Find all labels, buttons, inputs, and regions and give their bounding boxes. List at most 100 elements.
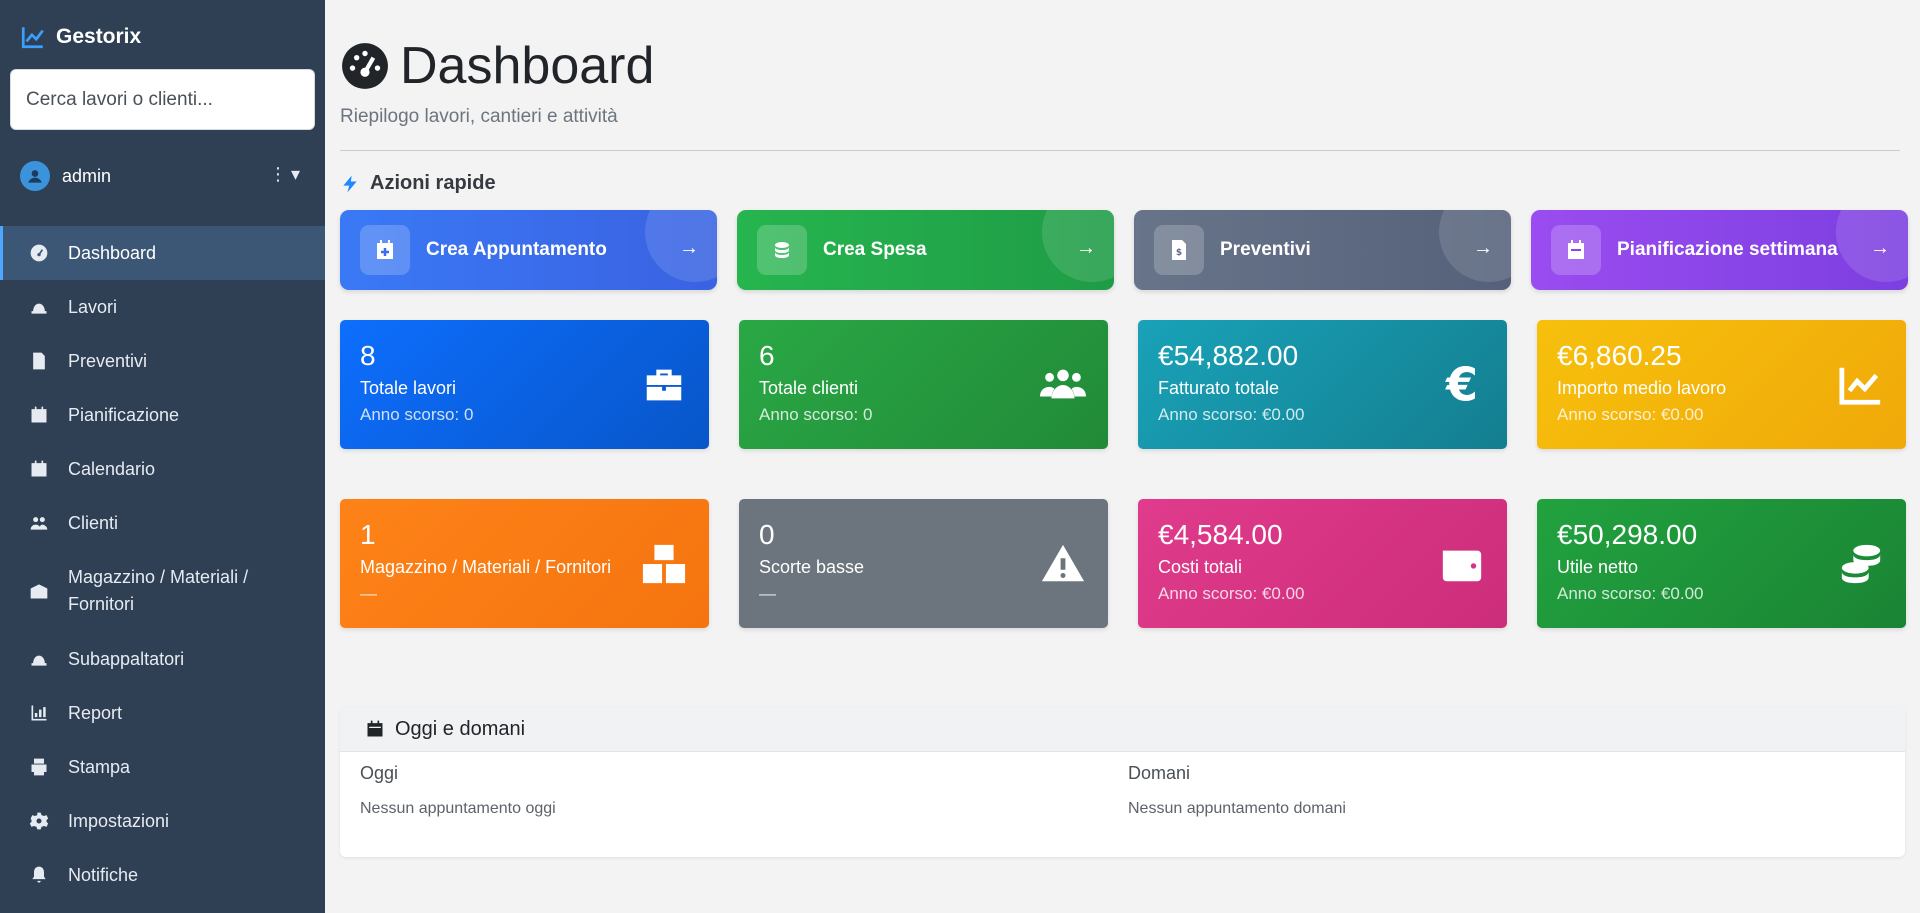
quick-action-pianificazione-settimana[interactable]: Pianificazione settimana →: [1531, 210, 1908, 290]
sidebar-item-pianificazione[interactable]: Pianificazione: [0, 388, 325, 442]
gear-icon: [28, 811, 50, 831]
sidebar-item-report[interactable]: Report: [0, 686, 325, 740]
today-title: Oggi: [360, 763, 399, 783]
page-subtitle: Riepilogo lavori, cantieri e attività: [340, 106, 618, 127]
stat-card-scorte-basse[interactable]: 0 Scorte basse —: [739, 499, 1108, 628]
wallet-icon: [1439, 541, 1485, 592]
sidebar-item-calendario[interactable]: Calendario: [0, 442, 325, 496]
quick-action-crea-appuntamento[interactable]: Crea Appuntamento →: [340, 210, 717, 290]
svg-text:$: $: [1176, 248, 1182, 258]
username: admin: [62, 165, 112, 186]
warning-icon: [1040, 541, 1086, 592]
today-column: Oggi Nessun appuntamento oggi: [360, 763, 556, 818]
stat-label: Fatturato totale: [1158, 378, 1280, 398]
sidebar-item-label: Notifiche: [68, 864, 139, 885]
stat-sub: Anno scorso: €0.00: [1557, 405, 1704, 424]
sidebar-item-dashboard[interactable]: Dashboard: [0, 226, 325, 280]
sidebar-item-clienti[interactable]: Clienti: [0, 496, 325, 550]
sidebar-item-impostazioni[interactable]: Impostazioni: [0, 794, 325, 848]
stat-sub: —: [759, 584, 776, 603]
stat-sub: Anno scorso: 0: [759, 405, 873, 424]
printer-icon: [28, 757, 50, 777]
stat-card-utile-netto[interactable]: €50,298.00 Utile netto Anno scorso: €0.0…: [1537, 499, 1906, 628]
stat-label: Scorte basse: [759, 557, 865, 577]
stat-label: Magazzino / Materiali / Fornitori: [360, 557, 612, 577]
stat-value: 6: [759, 340, 775, 371]
quick-action-label: Crea Appuntamento: [426, 239, 607, 260]
sidebar-item-lavori[interactable]: Lavori: [0, 280, 325, 334]
stat-value: 8: [360, 340, 376, 371]
boxes-icon: [641, 541, 687, 592]
quick-action-label: Crea Spesa: [823, 239, 927, 260]
sidebar-item-label: Preventivi: [68, 350, 148, 371]
stat-value: 1: [360, 519, 376, 550]
calendar-icon: [28, 459, 50, 479]
stat-label: Importo medio lavoro: [1557, 378, 1727, 398]
sidebar-item-preventivi[interactable]: Preventivi: [0, 334, 325, 388]
gauge-icon: [28, 243, 50, 263]
search-input[interactable]: [10, 69, 315, 130]
stat-card-totale-lavori[interactable]: 8 Totale lavori Anno scorso: 0: [340, 320, 709, 449]
brand-name: Gestorix: [56, 25, 142, 48]
invoice-icon: [28, 351, 50, 371]
bolt-icon: [343, 175, 357, 192]
stat-card-fatturato-totale[interactable]: €54,882.00 Fatturato totale Anno scorso:…: [1138, 320, 1507, 449]
stat-value: €4,584.00: [1158, 519, 1283, 550]
sidebar-item-label: Calendario: [68, 458, 156, 479]
bell-icon: [28, 865, 50, 885]
panel-header: Oggi e domani: [340, 707, 1905, 752]
stat-card-importo-medio-lavoro[interactable]: €6,860.25 Importo medio lavoro Anno scor…: [1537, 320, 1906, 449]
sidebar-item-label: Subappaltatori: [68, 648, 185, 669]
stat-label: Costi totali: [1158, 557, 1243, 577]
brand[interactable]: Gestorix: [20, 24, 141, 50]
quick-action-preventivi[interactable]: $ Preventivi →: [1134, 210, 1511, 290]
sidebar-item-subappaltatori[interactable]: Subappaltatori: [0, 632, 325, 686]
sidebar-item-notifiche[interactable]: Notifiche: [0, 848, 325, 902]
coins-icon: [757, 225, 807, 275]
users-icon: [1040, 362, 1086, 413]
stat-card-totale-clienti[interactable]: 6 Totale clienti Anno scorso: 0: [739, 320, 1108, 449]
sidebar-item-label: Dashboard: [68, 242, 157, 263]
chart-line-icon: [1838, 362, 1884, 413]
sidebar: Gestorix admin ⋮ ▾ Dashboard Lavori Prev…: [0, 0, 325, 913]
tomorrow-column: Domani Nessun appuntamento domani: [1128, 763, 1346, 818]
stat-sub: —: [360, 584, 377, 603]
arrow-right-icon: →: [1870, 237, 1890, 259]
hard-hat-icon: [28, 649, 50, 669]
sidebar-item-magazzino[interactable]: Magazzino / Materiali / Fornitori: [0, 550, 325, 632]
calendar-plus-icon: [360, 225, 410, 275]
sidebar-nav: Dashboard Lavori Preventivi Pianificazio…: [0, 226, 325, 902]
user-menu-button[interactable]: ⋮ ▾: [269, 164, 300, 185]
today-tomorrow-panel: Oggi e domani Oggi Nessun appuntamento o…: [340, 707, 1905, 857]
stat-sub: Anno scorso: €0.00: [1158, 584, 1305, 603]
hard-hat-icon: [28, 297, 50, 317]
stat-sub: Anno scorso: €0.00: [1557, 584, 1704, 603]
stat-value: 0: [759, 519, 775, 550]
briefcase-icon: [641, 362, 687, 413]
stat-label: Utile netto: [1557, 557, 1639, 577]
today-text: Nessun appuntamento oggi: [360, 800, 556, 817]
stat-value: €54,882.00: [1158, 340, 1299, 371]
avatar[interactable]: [20, 161, 50, 191]
stat-value: €50,298.00: [1557, 519, 1698, 550]
calendar-icon: [28, 405, 50, 425]
quick-actions-header: Azioni rapide: [340, 172, 496, 195]
quick-action-label: Pianificazione settimana: [1617, 239, 1838, 260]
sidebar-item-label: Magazzino / Materiali / Fornitori: [68, 567, 249, 614]
stat-card-magazzino[interactable]: 1 Magazzino / Materiali / Fornitori —: [340, 499, 709, 628]
sidebar-item-label: Pianificazione: [68, 404, 180, 425]
main-content: Dashboard Riepilogo lavori, cantieri e a…: [325, 0, 1920, 913]
euro-icon: €: [1439, 357, 1485, 413]
sidebar-item-stampa[interactable]: Stampa: [0, 740, 325, 794]
gauge-icon: [342, 43, 388, 89]
stat-sub: Anno scorso: €0.00: [1158, 405, 1305, 424]
caret-down-icon: ▾: [290, 164, 300, 184]
stat-label: Totale clienti: [759, 378, 859, 398]
stat-card-costi-totali[interactable]: €4,584.00 Costi totali Anno scorso: €0.0…: [1138, 499, 1507, 628]
invoice-icon: $: [1154, 225, 1204, 275]
tomorrow-text: Nessun appuntamento domani: [1128, 800, 1346, 817]
quick-action-crea-spesa[interactable]: Crea Spesa →: [737, 210, 1114, 290]
panel-title: Oggi e domani: [395, 717, 526, 740]
arrow-right-icon: →: [1473, 237, 1493, 259]
users-icon: [28, 513, 50, 533]
